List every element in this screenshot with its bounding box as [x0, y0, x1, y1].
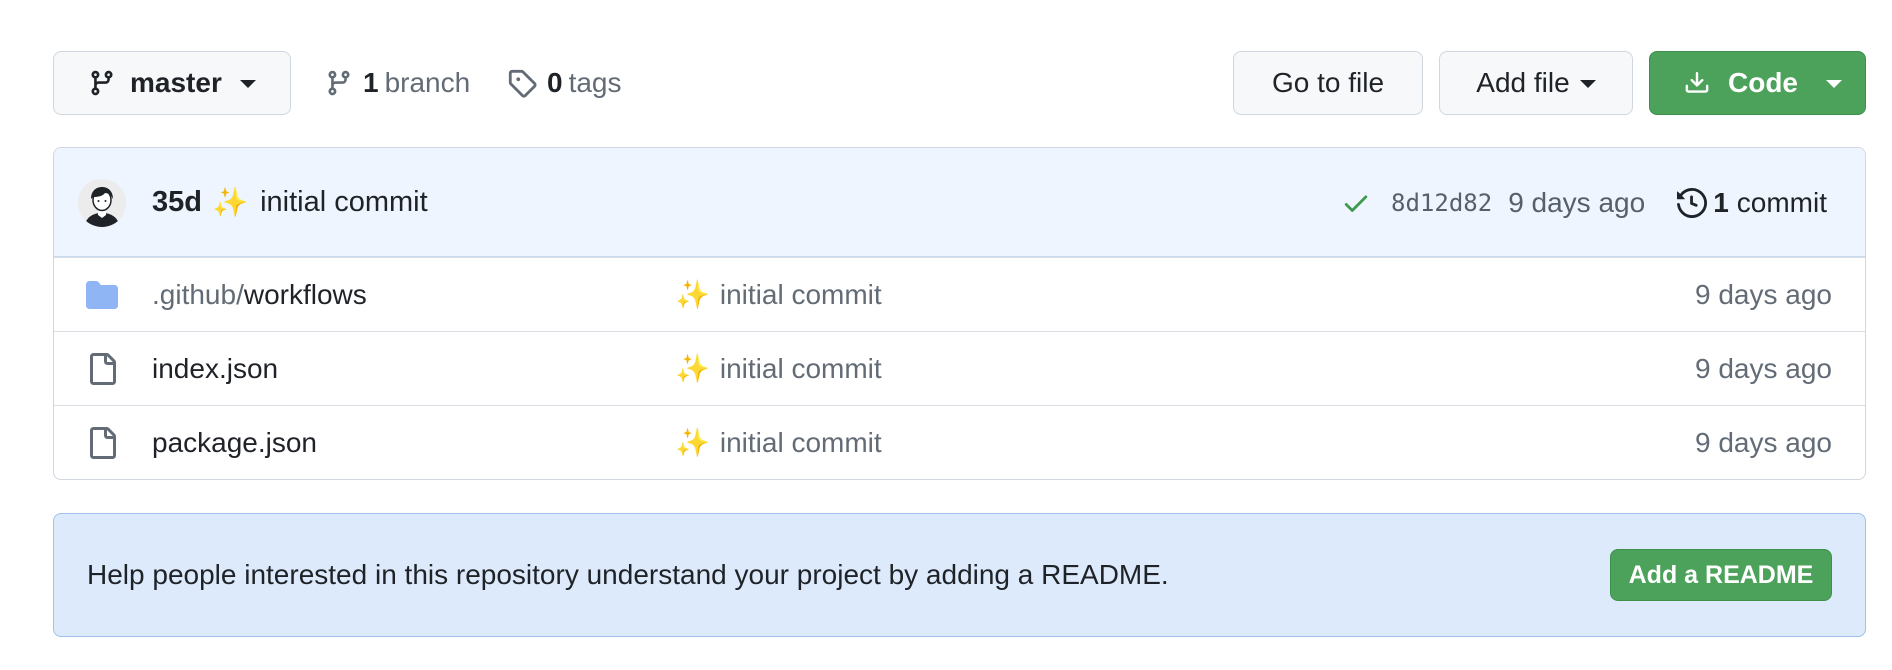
code-label: Code [1728, 67, 1798, 98]
file-commit-message-link[interactable]: ✨ initial commit [675, 278, 882, 311]
branch-count-label: branch [384, 67, 471, 98]
file-name-link[interactable]: .github/workflows [152, 279, 367, 311]
file-commit-text: initial commit [719, 279, 882, 310]
commit-author[interactable]: 35d [152, 186, 202, 219]
git-branch-icon [91, 70, 113, 96]
commit-message-link[interactable]: initial commit [260, 186, 428, 219]
branch-count: 1 [363, 67, 379, 98]
readme-banner-message: Help people interested in this repositor… [87, 559, 1169, 590]
file-age: 9 days ago [1695, 426, 1832, 458]
chevron-down-icon [1826, 80, 1842, 88]
commit-history-link[interactable]: 1 commit [1677, 187, 1827, 219]
file-row: index.json ✨ initial commit 9 days ago [54, 331, 1865, 405]
branch-selector-button[interactable]: master [53, 51, 291, 115]
chevron-down-icon [1579, 80, 1596, 88]
sparkles-icon: ✨ [675, 427, 710, 458]
file-icon [90, 427, 116, 459]
file-browser: 35d ✨ initial commit 8d12d82 9 days ago … [53, 147, 1866, 480]
branch-name: master [130, 67, 222, 98]
add-readme-button[interactable]: Add a README [1610, 549, 1832, 601]
file-row: package.json ✨ initial commit 9 days ago [54, 405, 1865, 479]
latest-commit-message: 35d ✨ initial commit [152, 148, 428, 257]
tag-count: 0 [547, 67, 563, 98]
git-branch-icon [328, 70, 350, 96]
commit-count-label: commit [1736, 186, 1827, 218]
file-name-text: index.json [152, 352, 279, 384]
history-icon [1677, 187, 1708, 218]
file-name-link[interactable]: index.json [152, 353, 278, 385]
go-to-file-button[interactable]: Go to file [1233, 51, 1423, 115]
file-age: 9 days ago [1695, 278, 1832, 310]
chevron-down-icon [239, 80, 256, 88]
check-icon[interactable] [1341, 188, 1371, 218]
commit-count: 1 [1713, 186, 1729, 218]
sparkles-icon: ✨ [675, 279, 710, 310]
repo-toolbar: master 1 branch 0 tags Go to file Add fi… [53, 51, 1866, 115]
file-name-link[interactable]: package.json [152, 427, 317, 459]
avatar[interactable] [78, 179, 126, 227]
download-icon [1685, 72, 1709, 93]
add-file-label: Add file [1476, 67, 1570, 98]
commit-age: 9 days ago [1508, 186, 1646, 218]
tags-link[interactable]: 0 tags [507, 51, 622, 115]
file-name-text: workflows [243, 278, 367, 310]
file-icon [90, 353, 116, 385]
branches-link[interactable]: 1 branch [325, 51, 470, 115]
folder-icon [86, 281, 118, 309]
file-name-text: package.json [152, 426, 318, 458]
avatar-image [78, 179, 126, 227]
sparkles-icon: ✨ [211, 186, 249, 219]
commit-details: 8d12d82 9 days ago 1 commit [1341, 148, 1827, 257]
code-button[interactable]: Code [1649, 51, 1866, 115]
file-commit-text: initial commit [719, 353, 882, 384]
add-file-button[interactable]: Add file [1439, 51, 1633, 115]
file-commit-message-link[interactable]: ✨ initial commit [675, 426, 882, 459]
tag-count-label: tags [568, 67, 622, 98]
commit-sha-link[interactable]: 8d12d82 [1391, 189, 1492, 217]
file-age: 9 days ago [1695, 352, 1832, 384]
file-row: .github/workflows ✨ initial commit 9 days… [54, 257, 1865, 331]
readme-banner: Help people interested in this repositor… [53, 513, 1866, 637]
tag-icon [508, 69, 537, 98]
latest-commit-bar: 35d ✨ initial commit 8d12d82 9 days ago … [54, 148, 1865, 257]
sparkles-icon: ✨ [675, 353, 710, 384]
file-commit-text: initial commit [719, 427, 882, 458]
file-name-prefix: .github/ [152, 278, 244, 310]
file-commit-message-link[interactable]: ✨ initial commit [675, 352, 882, 385]
